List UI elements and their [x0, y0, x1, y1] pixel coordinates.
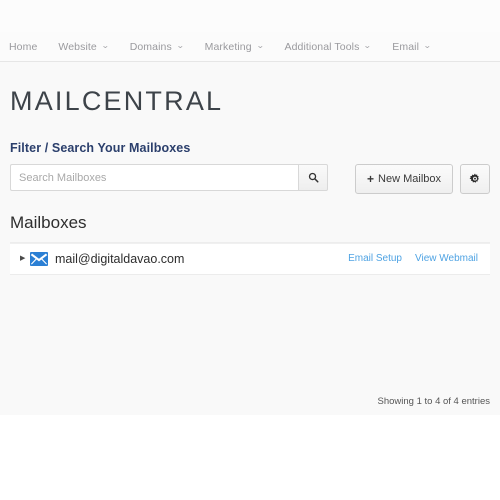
nav-item-email[interactable]: Email ⌄ [392, 41, 431, 53]
nav-item-label: Home [9, 40, 38, 53]
nav-item-label: Additional Tools [284, 40, 360, 53]
nav-item-home[interactable]: Home [9, 41, 37, 53]
envelope-icon [30, 251, 48, 266]
new-mailbox-label: New Mailbox [378, 173, 441, 185]
search-submit-button[interactable] [298, 164, 328, 191]
browser-top-strip [0, 0, 500, 32]
entries-info: Showing 1 to 4 of 4 entries [377, 396, 491, 407]
chevron-down-icon: ⌄ [363, 40, 373, 50]
email-setup-link[interactable]: Email Setup [348, 253, 402, 264]
settings-button[interactable] [460, 164, 490, 194]
nav-item-label: Website [58, 40, 97, 53]
search-group [10, 164, 328, 191]
nav-item-label: Domains [129, 40, 172, 53]
gear-icon [469, 173, 479, 183]
nav-item-additional-tools[interactable]: Additional Tools ⌄ [284, 40, 373, 53]
mailboxes-heading: Mailboxes [10, 213, 87, 232]
page-root: Home Website ⌄ Domains ⌄ Marketing ⌄ Add… [0, 0, 500, 500]
table-row[interactable]: ▶ mail@digitaldavao.com Email Setup View… [10, 242, 490, 275]
chevron-down-icon: ⌄ [175, 40, 185, 50]
filter-section-label: Filter / Search Your Mailboxes [10, 141, 191, 155]
chevron-down-icon: ⌄ [101, 40, 110, 50]
nav-item-marketing[interactable]: Marketing ⌄ [204, 40, 265, 53]
filter-toolbar: + New Mailbox [10, 164, 490, 194]
mailbox-address: mail@digitaldavao.com [55, 251, 185, 266]
nav-item-label: Marketing [204, 40, 252, 53]
page-footer-area [0, 415, 500, 500]
search-input[interactable] [10, 164, 298, 191]
mailboxes-table: ▶ mail@digitaldavao.com Email Setup View… [10, 241, 490, 275]
nav-item-label: Email [392, 40, 420, 53]
page-title: MAILCENTRAL [10, 86, 224, 116]
view-webmail-link[interactable]: View Webmail [415, 253, 478, 264]
nav-item-website[interactable]: Website ⌄ [58, 40, 110, 53]
search-icon [308, 172, 319, 183]
main-navigation: Home Website ⌄ Domains ⌄ Marketing ⌄ Add… [0, 32, 500, 62]
expand-arrow-icon[interactable]: ▶ [20, 255, 30, 262]
plus-icon: + [367, 172, 375, 186]
toolbar-actions: + New Mailbox [355, 164, 490, 194]
new-mailbox-button[interactable]: + New Mailbox [355, 164, 453, 194]
main-content: MAILCENTRAL Filter / Search Your Mailbox… [0, 62, 500, 415]
nav-item-domains[interactable]: Domains ⌄ [129, 40, 185, 53]
chevron-down-icon: ⌄ [255, 40, 265, 50]
chevron-down-icon: ⌄ [423, 40, 432, 50]
